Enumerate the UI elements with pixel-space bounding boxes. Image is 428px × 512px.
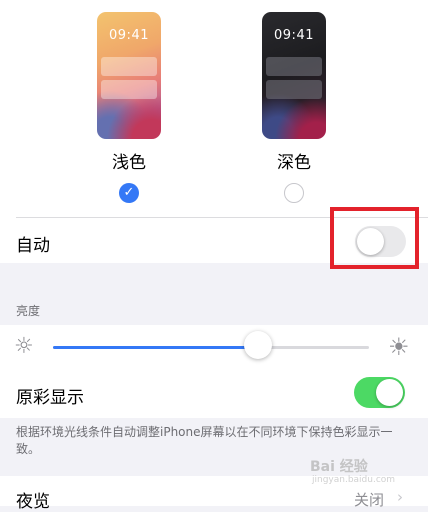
highlight-annotation bbox=[330, 207, 419, 269]
preview-widget bbox=[101, 80, 157, 99]
preview-widget bbox=[101, 57, 157, 76]
automatic-label: 自动 bbox=[16, 236, 50, 256]
brightness-header: 亮度 bbox=[16, 304, 41, 318]
light-mode-label[interactable]: 浅色 bbox=[97, 148, 161, 173]
preview-time: 09:41 bbox=[274, 28, 314, 43]
true-tone-row: 原彩显示 bbox=[0, 372, 428, 418]
brightness-slider-fill bbox=[53, 346, 259, 349]
watermark-url: jingyan.baidu.com bbox=[312, 475, 396, 485]
true-tone-label: 原彩显示 bbox=[16, 388, 84, 408]
dark-mode-label[interactable]: 深色 bbox=[262, 148, 326, 173]
night-shift-label: 夜览 bbox=[16, 492, 50, 512]
preview-widget bbox=[266, 57, 322, 76]
true-tone-description: 根据环境光线条件自动调整iPhone屏幕以在不同环境下保持色彩显示一致。 bbox=[16, 425, 393, 456]
toggle-knob bbox=[376, 379, 403, 406]
sun-small-icon: ☼ bbox=[14, 334, 34, 359]
true-tone-toggle[interactable] bbox=[354, 377, 405, 408]
light-mode-option[interactable]: 09:41 浅色 ✓ bbox=[97, 12, 161, 203]
brightness-slider[interactable] bbox=[53, 346, 369, 349]
preview-widget bbox=[266, 80, 322, 99]
dark-mode-radio[interactable] bbox=[284, 183, 304, 203]
chevron-right-icon: › bbox=[397, 488, 403, 506]
preview-time: 09:41 bbox=[109, 28, 149, 43]
light-mode-preview[interactable]: 09:41 bbox=[97, 12, 161, 139]
watermark-logo: Bai 经验 bbox=[310, 459, 368, 475]
checkmark-icon: ✓ bbox=[123, 185, 135, 200]
light-mode-radio[interactable]: ✓ bbox=[119, 183, 139, 203]
dark-mode-option[interactable]: 09:41 深色 bbox=[262, 12, 326, 203]
sun-large-icon: ☀ bbox=[388, 333, 410, 361]
dark-mode-preview[interactable]: 09:41 bbox=[262, 12, 326, 139]
night-shift-value: 关闭 bbox=[354, 491, 385, 509]
